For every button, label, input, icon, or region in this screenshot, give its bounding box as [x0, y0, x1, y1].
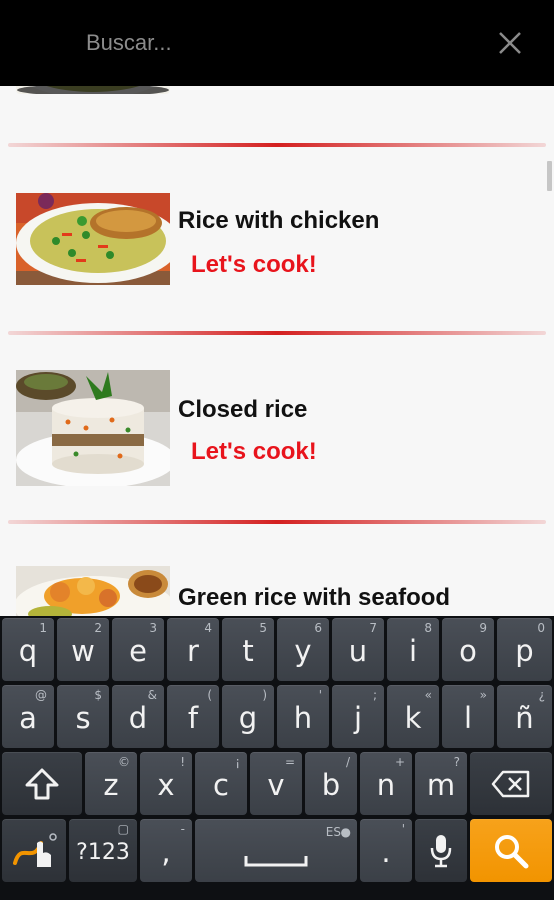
key-w[interactable]: w2	[57, 618, 109, 681]
recipe-thumbnail[interactable]	[16, 86, 170, 94]
key-a[interactable]: a @	[2, 685, 54, 748]
key-e[interactable]: e3	[112, 618, 164, 681]
soft-keyboard: q1 w2 e3 r4 t5 y6 u7 i8 o9 p0 a @ s $ d & f…	[0, 616, 554, 900]
key-n-tilde[interactable]: ñ ¿	[497, 685, 552, 748]
search-bar	[0, 0, 554, 86]
key-x[interactable]: x!	[140, 752, 192, 815]
key-y[interactable]: y6	[277, 618, 329, 681]
key-m[interactable]: m?	[415, 752, 467, 815]
microphone-icon	[430, 835, 452, 868]
search-icon	[495, 835, 529, 869]
key-r[interactable]: r4	[167, 618, 219, 681]
key-s[interactable]: s $	[57, 685, 109, 748]
swype-icon	[13, 833, 57, 867]
key-t[interactable]: t5	[222, 618, 274, 681]
key-h[interactable]: h '	[277, 685, 329, 748]
recipe-title: Green rice with seafood	[178, 584, 451, 611]
list-divider	[8, 331, 546, 335]
backspace-icon	[491, 770, 530, 798]
list-divider	[8, 143, 546, 147]
language-label: ES	[325, 825, 341, 839]
shift-icon	[25, 768, 59, 800]
key-n[interactable]: n +	[360, 752, 412, 815]
list-item[interactable]: Green rice with seafood	[0, 566, 554, 616]
key-comma[interactable]: , -	[140, 819, 192, 882]
key-c[interactable]: c ¡	[195, 752, 247, 815]
swype-key[interactable]	[2, 819, 66, 882]
recipe-title: Rice with chicken	[178, 207, 380, 234]
close-icon[interactable]	[494, 27, 526, 59]
key-d[interactable]: d &	[112, 685, 164, 748]
key-j[interactable]: j;	[332, 685, 384, 748]
key-o[interactable]: o9	[442, 618, 494, 681]
space-key[interactable]: ES ●	[195, 819, 357, 882]
mic-key[interactable]	[415, 819, 467, 882]
recipe-title: Closed rice	[178, 396, 308, 423]
lets-cook-link[interactable]: Let's cook!	[191, 251, 317, 279]
symbols-key[interactable]: ?123 ▢	[69, 819, 137, 882]
search-input[interactable]	[86, 26, 466, 60]
recipe-list: Rice with chicken Let's cook! Closed ric…	[0, 86, 554, 616]
key-p[interactable]: p0	[497, 618, 552, 681]
list-item[interactable]: Rice with chicken Let's cook!	[0, 193, 554, 313]
recipe-thumbnail[interactable]	[16, 566, 170, 616]
search-key[interactable]	[470, 819, 552, 882]
recipe-thumbnail[interactable]	[16, 193, 170, 285]
key-f[interactable]: f(	[167, 685, 219, 748]
lets-cook-link[interactable]: Let's cook!	[191, 438, 317, 466]
key-u[interactable]: u7	[332, 618, 384, 681]
backspace-key[interactable]	[470, 752, 552, 815]
key-b[interactable]: b /	[305, 752, 357, 815]
key-period[interactable]: . '	[360, 819, 412, 882]
scrollbar[interactable]	[547, 161, 552, 191]
key-l[interactable]: l»	[442, 685, 494, 748]
key-g[interactable]: g)	[222, 685, 274, 748]
shift-key[interactable]	[2, 752, 82, 815]
list-item[interactable]: Closed rice Let's cook!	[0, 370, 554, 490]
key-i[interactable]: i8	[387, 618, 439, 681]
space-bar-icon	[244, 856, 308, 867]
key-q[interactable]: q1	[2, 618, 54, 681]
recipe-thumbnail[interactable]	[16, 370, 170, 486]
key-v[interactable]: v =	[250, 752, 302, 815]
list-divider	[8, 520, 546, 524]
key-k[interactable]: k «	[387, 685, 439, 748]
key-z[interactable]: z ©	[85, 752, 137, 815]
